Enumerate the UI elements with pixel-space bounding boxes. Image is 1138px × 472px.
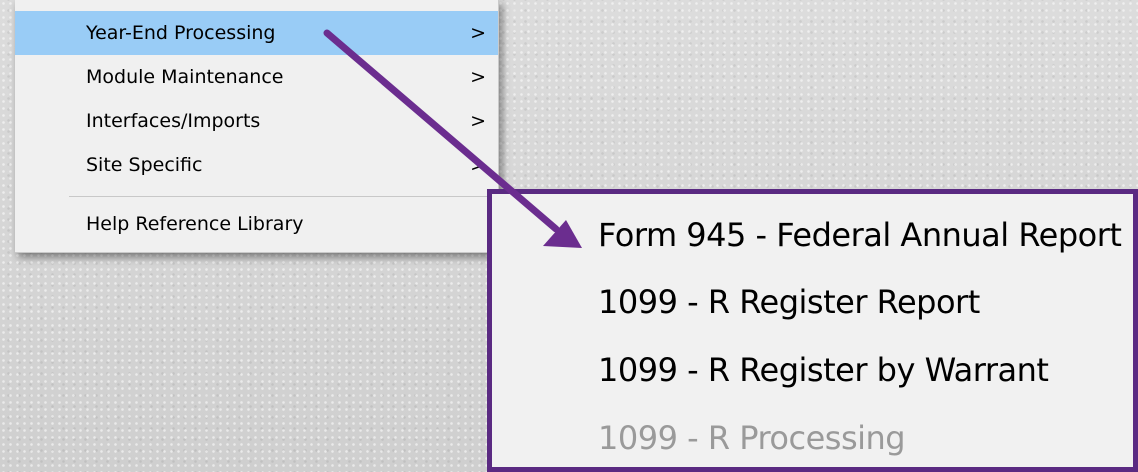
submenu-item-form-945[interactable]: Form 945 - Federal Annual Report bbox=[598, 215, 1122, 255]
menu-item-label: Module Maintenance bbox=[86, 66, 284, 88]
submenu-chevron-icon: > bbox=[470, 22, 486, 44]
submenu-callout: Form 945 - Federal Annual Report 1099 - … bbox=[487, 189, 1138, 472]
menu-item-site-specific[interactable]: Site Specific > bbox=[15, 143, 498, 187]
menu-item-label: Site Specific bbox=[86, 154, 203, 176]
context-menu: Year-End Processing > Module Maintenance… bbox=[15, 0, 499, 253]
menu-item-help-reference-library[interactable]: Help Reference Library bbox=[15, 202, 498, 246]
menu-item-label: Year-End Processing bbox=[86, 22, 276, 44]
submenu-chevron-icon: > bbox=[470, 154, 486, 176]
submenu-item-1099-r-register-by-warrant[interactable]: 1099 - R Register by Warrant bbox=[598, 350, 1049, 390]
menu-item-interfaces-imports[interactable]: Interfaces/Imports > bbox=[15, 99, 498, 143]
menu-separator bbox=[69, 196, 496, 197]
submenu-chevron-icon: > bbox=[470, 66, 486, 88]
menu-item-module-maintenance[interactable]: Module Maintenance > bbox=[15, 55, 498, 99]
menu-item-label: Help Reference Library bbox=[86, 213, 304, 235]
submenu-item-1099-r-register-report[interactable]: 1099 - R Register Report bbox=[598, 282, 980, 322]
submenu-chevron-icon: > bbox=[470, 110, 486, 132]
submenu-item-1099-r-processing: 1099 - R Processing bbox=[598, 419, 906, 457]
menu-item-year-end-processing[interactable]: Year-End Processing > bbox=[15, 11, 498, 55]
menu-item-label: Interfaces/Imports bbox=[86, 110, 261, 132]
